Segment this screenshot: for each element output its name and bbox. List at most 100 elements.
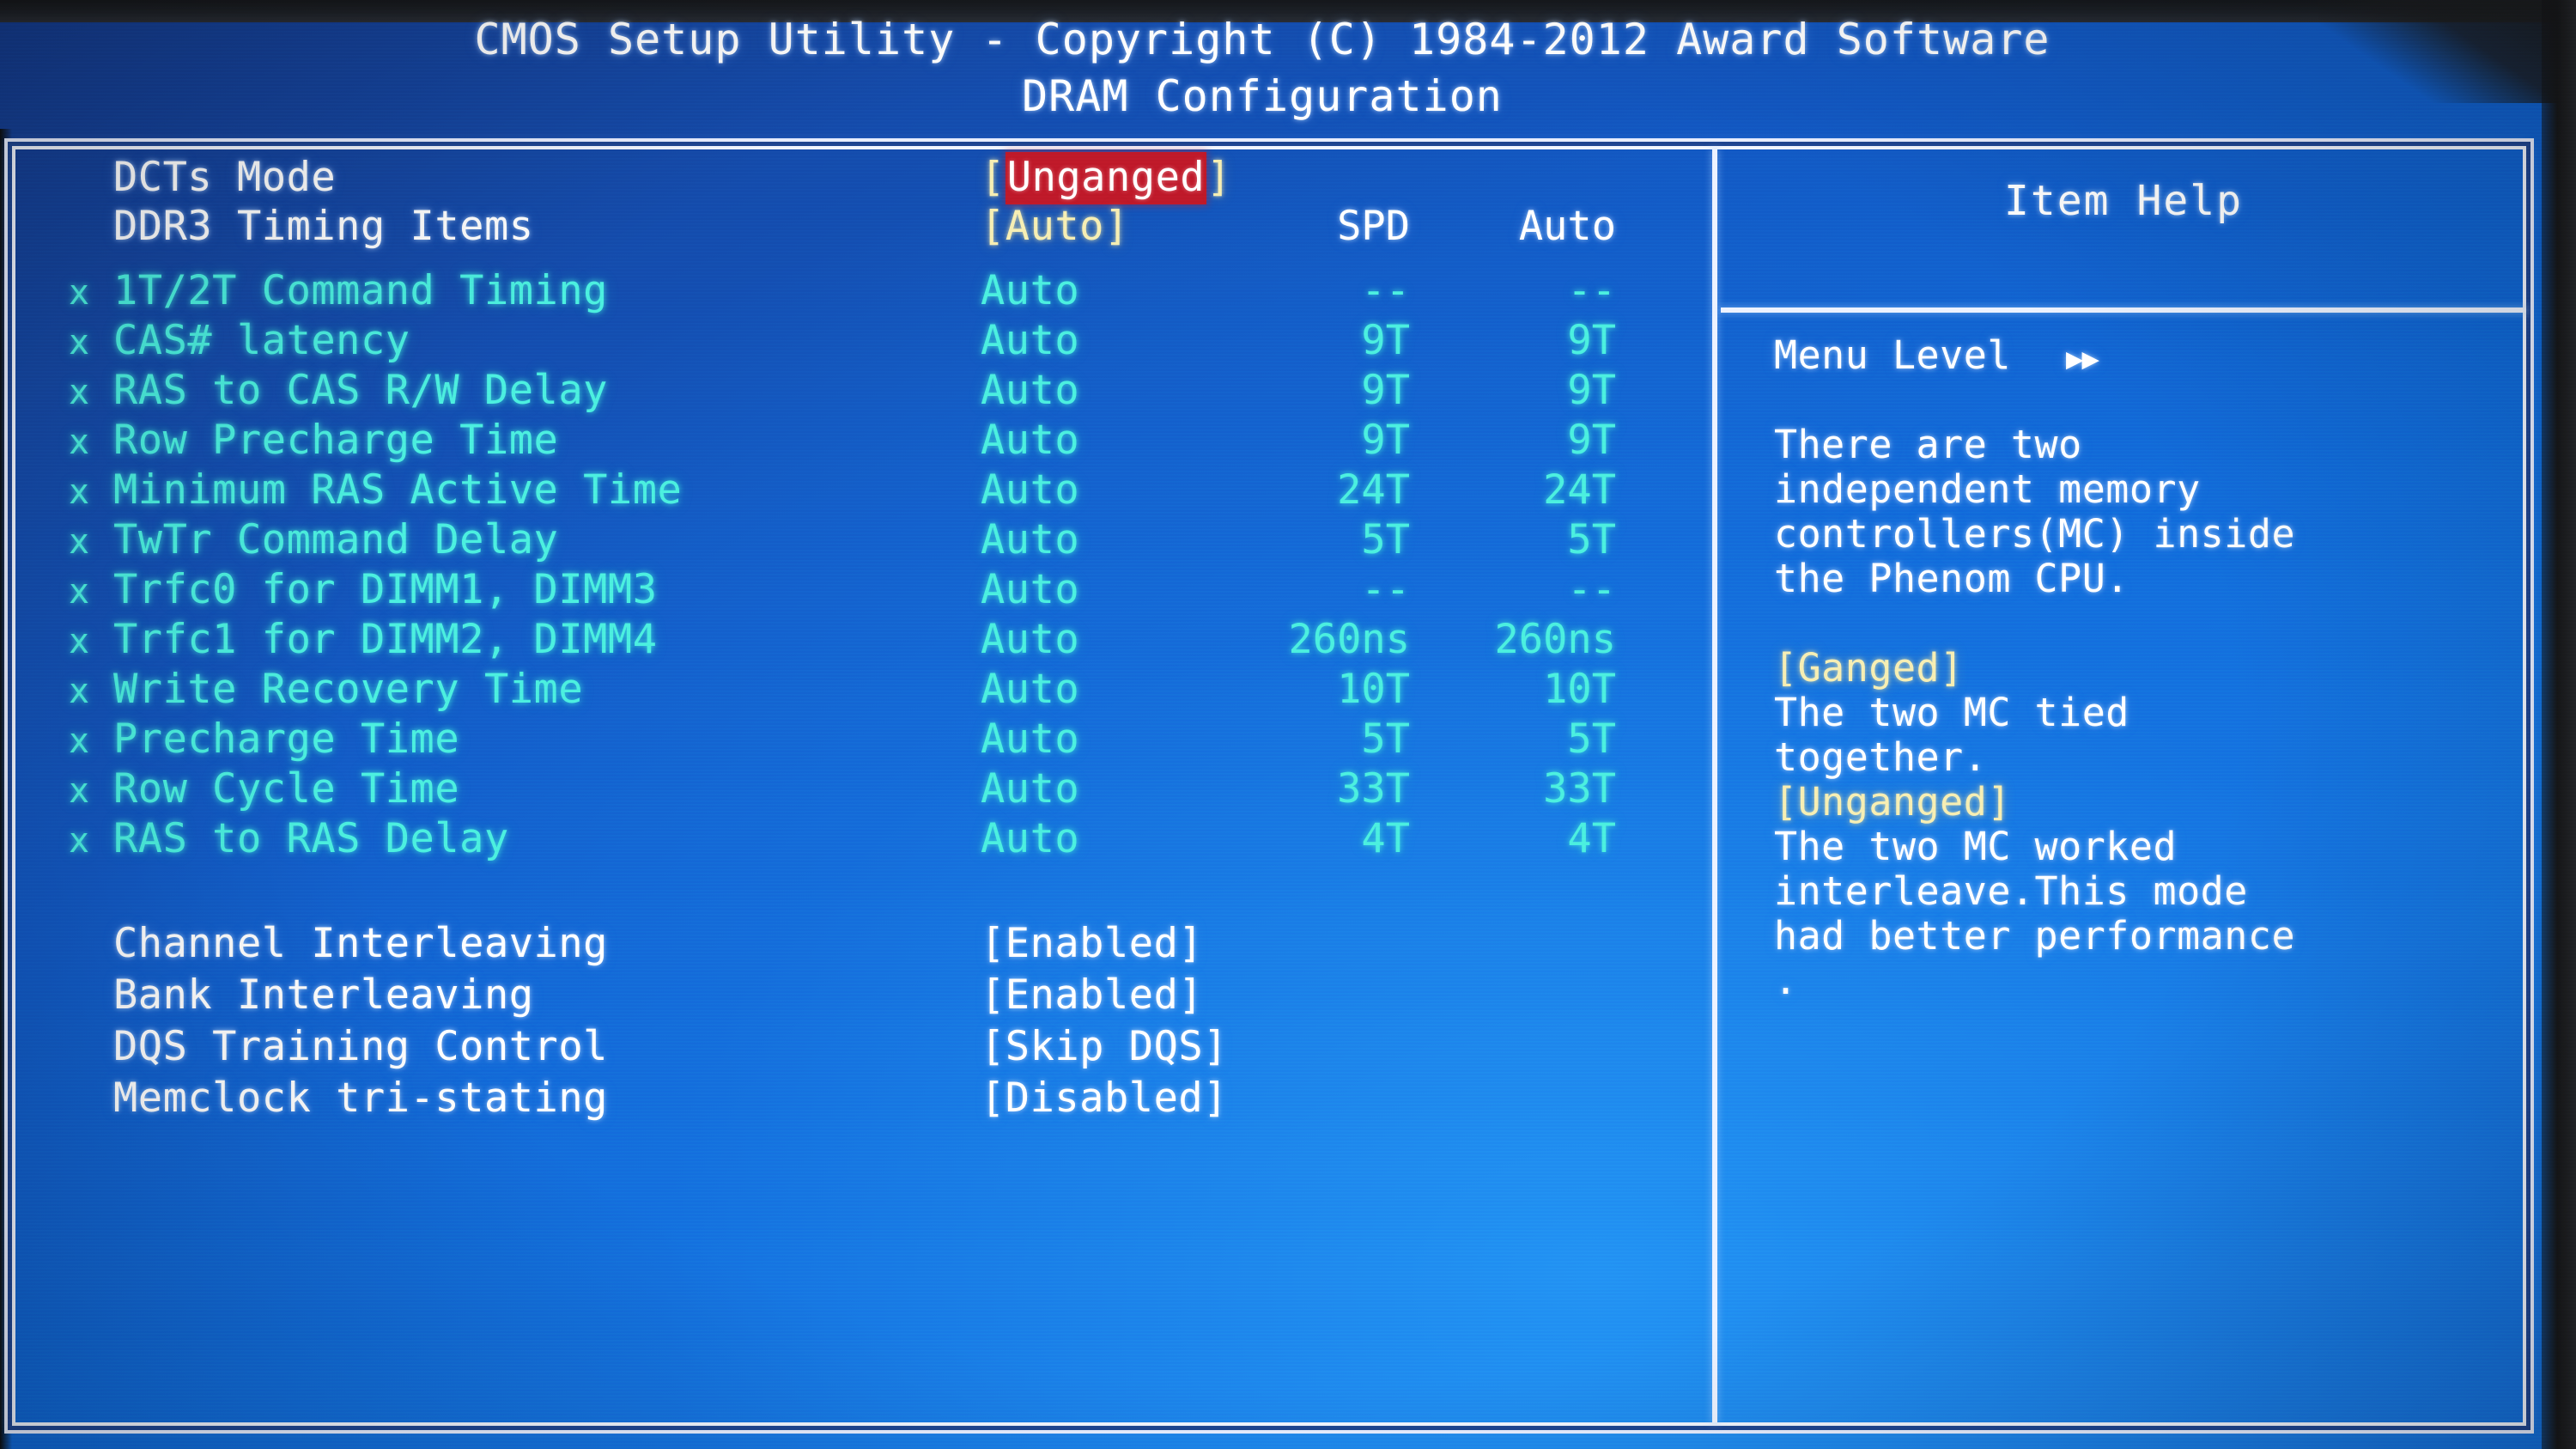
bracket-open: [ xyxy=(981,154,1005,201)
help-text-line: The two MC worked xyxy=(1774,824,2178,869)
row-disabled-marker: x xyxy=(69,373,90,412)
row-disabled-marker: x xyxy=(69,423,90,462)
column-header-auto: Auto xyxy=(1518,203,1616,250)
monitor-bezel-right xyxy=(2542,0,2576,1449)
option-value: Auto xyxy=(981,815,1080,862)
option-label: Precharge Time xyxy=(113,715,460,763)
option-value-text: Auto xyxy=(1005,203,1104,250)
help-text-line: There are two xyxy=(1774,422,2082,467)
option-value: Auto xyxy=(981,715,1080,763)
title-copyright-line: CMOS Setup Utility - Copyright (C) 1984-… xyxy=(474,15,2050,64)
cell-auto: 4T xyxy=(1567,815,1616,862)
option-value: Auto xyxy=(981,666,1080,713)
option-row-dcts-mode[interactable]: DCTs Mode [Unganged] xyxy=(19,152,1702,204)
item-help-panel: Item Help Menu Level ▶▶ There are two in… xyxy=(1724,153,2523,1419)
help-text-line: had better performance xyxy=(1774,913,2296,959)
row-disabled-marker: x xyxy=(69,771,90,811)
option-label-channel-interleaving: Channel Interleaving xyxy=(113,920,608,967)
cell-auto: 9T xyxy=(1567,367,1616,414)
help-text-line: The two MC tied xyxy=(1774,690,2129,735)
option-value: Auto xyxy=(981,417,1080,464)
help-text-line xyxy=(1774,601,2530,646)
help-text-line: interleave.This mode xyxy=(1774,868,2248,914)
menu-level-row: Menu Level ▶▶ xyxy=(1774,333,2530,378)
option-value-memclock-tri-stating[interactable]: [Disabled] xyxy=(981,1074,1228,1123)
table-row[interactable]: x Minimum RAS Active Time Auto 24T 24T xyxy=(19,466,1702,515)
table-row[interactable]: x 1T/2T Command Timing Auto -- -- xyxy=(19,266,1702,316)
option-label: Trfc0 for DIMM1, DIMM3 xyxy=(113,566,658,613)
option-value: Auto xyxy=(981,466,1080,514)
option-label-ddr3-timing-items: DDR3 Timing Items xyxy=(113,203,534,250)
help-text-line: controllers(MC) inside xyxy=(1774,511,2296,557)
option-row-bank-interleaving[interactable]: Bank Interleaving [Enabled] xyxy=(19,971,1702,1020)
option-label: CAS# latency xyxy=(113,317,410,364)
option-label: 1T/2T Command Timing xyxy=(113,267,608,314)
option-value-ddr3-timing-items[interactable]: [Auto] xyxy=(981,202,1129,252)
help-text-line: together. xyxy=(1774,734,1988,780)
option-row-channel-interleaving[interactable]: Channel Interleaving [Enabled] xyxy=(19,919,1702,969)
option-label-dcts-mode: DCTs Mode xyxy=(113,154,337,201)
help-text-line: . xyxy=(1774,958,1798,1003)
bracket-close: ] xyxy=(1206,154,1231,201)
table-row[interactable]: x TwTr Command Delay Auto 5T 5T xyxy=(19,515,1702,565)
option-value-dcts-mode[interactable]: [Unganged] xyxy=(981,152,1231,204)
option-value-channel-interleaving[interactable]: [Enabled] xyxy=(981,919,1203,969)
option-value-dqs-training-control[interactable]: [Skip DQS] xyxy=(981,1022,1228,1072)
double-right-arrow-icon: ▶▶ xyxy=(2066,342,2099,376)
table-row[interactable]: x Trfc1 for DIMM2, DIMM4 Auto 260ns 260n… xyxy=(19,615,1702,665)
option-value: Auto xyxy=(981,765,1080,813)
option-row-dqs-training-control[interactable]: DQS Training Control [Skip DQS] xyxy=(19,1022,1702,1072)
bios-screen: CMOS Setup Utility - Copyright (C) 1984-… xyxy=(0,0,2576,1449)
cell-auto: 24T xyxy=(1543,466,1616,514)
option-label: Row Precharge Time xyxy=(113,417,559,464)
option-value-bank-interleaving[interactable]: [Enabled] xyxy=(981,971,1203,1020)
item-help-header: Item Help xyxy=(2003,177,2244,225)
cell-auto: 10T xyxy=(1543,666,1616,713)
cell-auto: 9T xyxy=(1567,317,1616,364)
row-disabled-marker: x xyxy=(69,522,90,562)
cell-auto: 5T xyxy=(1567,715,1616,763)
cell-auto: -- xyxy=(1567,566,1616,613)
table-row[interactable]: x Row Precharge Time Auto 9T 9T xyxy=(19,416,1702,466)
help-text-line: independent memory xyxy=(1774,466,2201,512)
option-value: Auto xyxy=(981,566,1080,613)
option-label: Write Recovery Time xyxy=(113,666,584,713)
option-row-ddr3-timing-items[interactable]: DDR3 Timing Items [Auto] SPD Auto xyxy=(19,202,1702,252)
option-value: Auto xyxy=(981,516,1080,563)
table-row[interactable]: x Precharge Time Auto 5T 5T xyxy=(19,715,1702,764)
row-disabled-marker: x xyxy=(69,622,90,661)
option-value: Auto xyxy=(981,267,1080,314)
options-list: DCTs Mode [Unganged] DDR3 Timing Items [… xyxy=(19,152,1702,1419)
row-disabled-marker: x xyxy=(69,821,90,861)
option-label: RAS to RAS Delay xyxy=(113,815,509,862)
table-row[interactable]: x RAS to RAS Delay Auto 4T 4T xyxy=(19,814,1702,864)
table-row[interactable]: x RAS to CAS R/W Delay Auto 9T 9T xyxy=(19,366,1702,416)
menu-level-label: Menu Level xyxy=(1774,332,2011,378)
title-subtitle-line: DRAM Configuration xyxy=(1022,71,1503,121)
vertical-divider xyxy=(1712,149,1717,1422)
monitor-bezel-left xyxy=(0,129,12,1449)
row-disabled-marker: x xyxy=(69,672,90,711)
row-disabled-marker: x xyxy=(69,572,90,612)
option-label: Trfc1 for DIMM2, DIMM4 xyxy=(113,616,658,663)
option-value-highlighted-text: Unganged xyxy=(1005,152,1207,204)
table-row[interactable]: x CAS# latency Auto 9T 9T xyxy=(19,316,1702,366)
bracket-open: [ xyxy=(981,203,1005,250)
help-text-line: the Phenom CPU. xyxy=(1774,556,2129,601)
row-disabled-marker: x xyxy=(69,323,90,362)
option-label-memclock-tri-stating: Memclock tri-stating xyxy=(113,1075,608,1122)
table-row[interactable]: x Trfc0 for DIMM1, DIMM3 Auto -- -- xyxy=(19,565,1702,615)
option-value: Auto xyxy=(981,317,1080,364)
option-label-dqs-training-control: DQS Training Control xyxy=(113,1023,608,1070)
row-disabled-marker: x xyxy=(69,273,90,313)
table-row[interactable]: x Row Cycle Time Auto 33T 33T xyxy=(19,764,1702,814)
option-label: Minimum RAS Active Time xyxy=(113,466,683,514)
table-row[interactable]: x Write Recovery Time Auto 10T 10T xyxy=(19,665,1702,715)
item-help-body: Menu Level ▶▶ There are two independent … xyxy=(1774,333,2530,1003)
help-option-unganged: [Unganged] xyxy=(1774,779,2011,825)
cell-auto: 260ns xyxy=(1494,616,1616,663)
help-option-ganged: [Ganged] xyxy=(1774,645,1964,691)
option-label: TwTr Command Delay xyxy=(113,516,559,563)
option-row-memclock-tri-stating[interactable]: Memclock tri-stating [Disabled] xyxy=(19,1074,1702,1123)
